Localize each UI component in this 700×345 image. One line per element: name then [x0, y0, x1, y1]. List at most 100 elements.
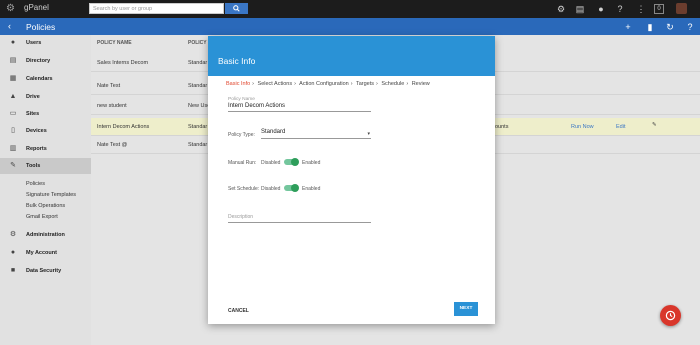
policy-name-cell: Intern Decom Actions: [97, 124, 150, 130]
page-header: ‹ Policies + ▮ ↻ ?: [0, 18, 700, 35]
step-action-configuration[interactable]: Action Configuration: [299, 81, 349, 87]
top-bar: ⚙ gPanel Search by user or group ⚙ ▤ ● ?…: [0, 0, 700, 18]
dialog-header: Basic Info: [208, 36, 495, 76]
gpanel-logo-icon: ⚙: [6, 3, 15, 14]
caret-down-icon: ▾: [367, 131, 370, 137]
sidebar-item-label: Drive: [26, 94, 40, 100]
sidebar-item-calendars[interactable]: ▦ Calendars: [0, 71, 91, 87]
next-button[interactable]: NEXT: [454, 302, 478, 316]
back-arrow-icon[interactable]: ‹: [8, 21, 11, 32]
cancel-button[interactable]: CANCEL: [228, 308, 249, 314]
step-basic-info[interactable]: Basic Info: [226, 81, 250, 87]
sidebar-item-tools[interactable]: ✎ Tools: [0, 158, 91, 174]
policy-name-cell: Sales Interns Decom: [97, 60, 149, 66]
sidebar-subitem-policies[interactable]: Policies: [26, 181, 45, 187]
sidebar-item-directory[interactable]: ▤ Directory: [0, 53, 91, 69]
sidebar-item-data-security[interactable]: ■ Data Security: [0, 263, 91, 279]
sidebar-item-label: Sites: [26, 111, 40, 117]
gear-icon: ⚙: [9, 231, 17, 238]
chevron-right-icon: ›: [406, 81, 409, 87]
step-select-actions[interactable]: Select Actions: [258, 81, 293, 87]
wizard-steps: Basic Info › Select Actions › Action Confi…: [226, 81, 432, 87]
basic-info-dialog: Basic Info Basic Info › Select Actions › A…: [208, 36, 495, 324]
app-brand: gPanel: [24, 3, 49, 12]
help-icon[interactable]: ?: [685, 22, 695, 32]
manual-run-toggle[interactable]: [284, 158, 299, 166]
sidebar-item-label: Tools: [26, 163, 41, 169]
wrench-icon[interactable]: ✎: [652, 122, 657, 128]
sidebar-subitem-gmail-export[interactable]: Gmail Export: [26, 214, 58, 220]
avatar[interactable]: [676, 3, 687, 14]
chevron-right-icon: ›: [350, 81, 353, 87]
policy-type-cell: New Use: [188, 103, 211, 109]
policy-name-cell: new student: [97, 103, 127, 109]
manual-run-enabled-label: Enabled: [302, 160, 321, 166]
step-schedule[interactable]: Schedule: [381, 81, 404, 87]
step-review[interactable]: Review: [412, 81, 430, 87]
account-icon: ●: [10, 249, 16, 256]
chevron-right-icon: ›: [252, 81, 254, 87]
policy-name-cell: Nate Test @: [97, 142, 128, 148]
manual-run-label: Manual Run:: [228, 160, 257, 166]
sidebar-item-label: Administration: [26, 232, 65, 238]
sidebar-subitem-bulk-operations[interactable]: Bulk Operations: [26, 203, 65, 209]
sidebar-item-devices[interactable]: ▯ Devices: [0, 123, 91, 139]
toggle-knob: [291, 184, 299, 192]
run-now-link[interactable]: Run Now: [571, 124, 594, 130]
search-input[interactable]: Search by user or group: [89, 3, 224, 14]
policy-type-select[interactable]: Standard ▾: [261, 129, 371, 139]
directory-icon: ▤: [9, 57, 17, 64]
set-schedule-toggle[interactable]: [284, 184, 299, 192]
policy-name-input[interactable]: Intern Decom Actions: [228, 103, 371, 112]
apps-grid-icon[interactable]: ⋮: [636, 4, 646, 14]
calendar-icon: ▦: [9, 75, 17, 82]
sidebar-item-reports[interactable]: ▥ Reports: [0, 141, 91, 157]
history-fab-button[interactable]: [660, 305, 681, 326]
settings-icon[interactable]: ⚙: [556, 4, 566, 14]
set-schedule-enabled-label: Enabled: [302, 186, 321, 192]
delete-icon[interactable]: ▮: [645, 22, 655, 32]
sidebar-item-label: Users: [26, 40, 42, 46]
notification-badge[interactable]: 0: [654, 4, 664, 14]
sidebar-item-drive[interactable]: ▲ Drive: [0, 89, 91, 105]
sidebar-item-administration[interactable]: ⚙ Administration: [0, 227, 91, 243]
targets-cell: ounts: [495, 124, 509, 130]
wrench-icon: ✎: [10, 162, 16, 169]
clipboard-icon[interactable]: ▤: [575, 4, 585, 14]
user-icon[interactable]: ●: [596, 4, 606, 14]
add-icon[interactable]: +: [623, 22, 633, 32]
sidebar-item-label: Directory: [26, 58, 51, 64]
sidebar-item-label: Calendars: [26, 76, 53, 82]
policy-type-value: Standard: [261, 129, 286, 135]
manual-run-disabled-label: Disabled: [261, 160, 281, 166]
reports-icon: ▥: [9, 145, 17, 152]
sidebar-item-users[interactable]: ● Users: [0, 35, 91, 51]
edit-link[interactable]: Edit: [616, 124, 625, 130]
sidebar-item-label: Reports: [26, 146, 47, 152]
drive-icon: ▲: [9, 93, 17, 100]
policy-type-cell: Standar: [188, 60, 208, 66]
policy-type-label: Policy Type:: [228, 132, 255, 138]
sidebar-subitem-signature-templates[interactable]: Signature Templates: [26, 192, 76, 198]
policy-type-cell: Standar: [188, 124, 208, 130]
search-button[interactable]: [225, 3, 248, 14]
description-input[interactable]: Description: [228, 214, 371, 223]
person-icon: ●: [10, 39, 16, 46]
policy-type-cell: Standar: [188, 142, 208, 148]
column-header-policy-name: POLICY NAME: [97, 40, 132, 46]
step-targets[interactable]: Targets: [356, 81, 374, 87]
policy-name-cell: Nate Test: [97, 83, 121, 89]
dialog-title: Basic Info: [218, 56, 256, 66]
chevron-right-icon: ›: [294, 81, 296, 87]
sidebar-item-my-account[interactable]: ● My Account: [0, 245, 91, 261]
history-icon: [665, 310, 676, 321]
search-icon: [233, 5, 240, 12]
chevron-right-icon: ›: [376, 81, 378, 87]
sidebar-item-sites[interactable]: ▭ Sites: [0, 106, 91, 122]
sidebar-item-label: Data Security: [26, 268, 62, 274]
policy-name-label: Policy Name: [228, 97, 255, 102]
toggle-knob: [291, 158, 299, 166]
help-icon[interactable]: ?: [615, 4, 625, 14]
policy-type-cell: Standar: [188, 83, 208, 89]
refresh-icon[interactable]: ↻: [665, 22, 675, 32]
